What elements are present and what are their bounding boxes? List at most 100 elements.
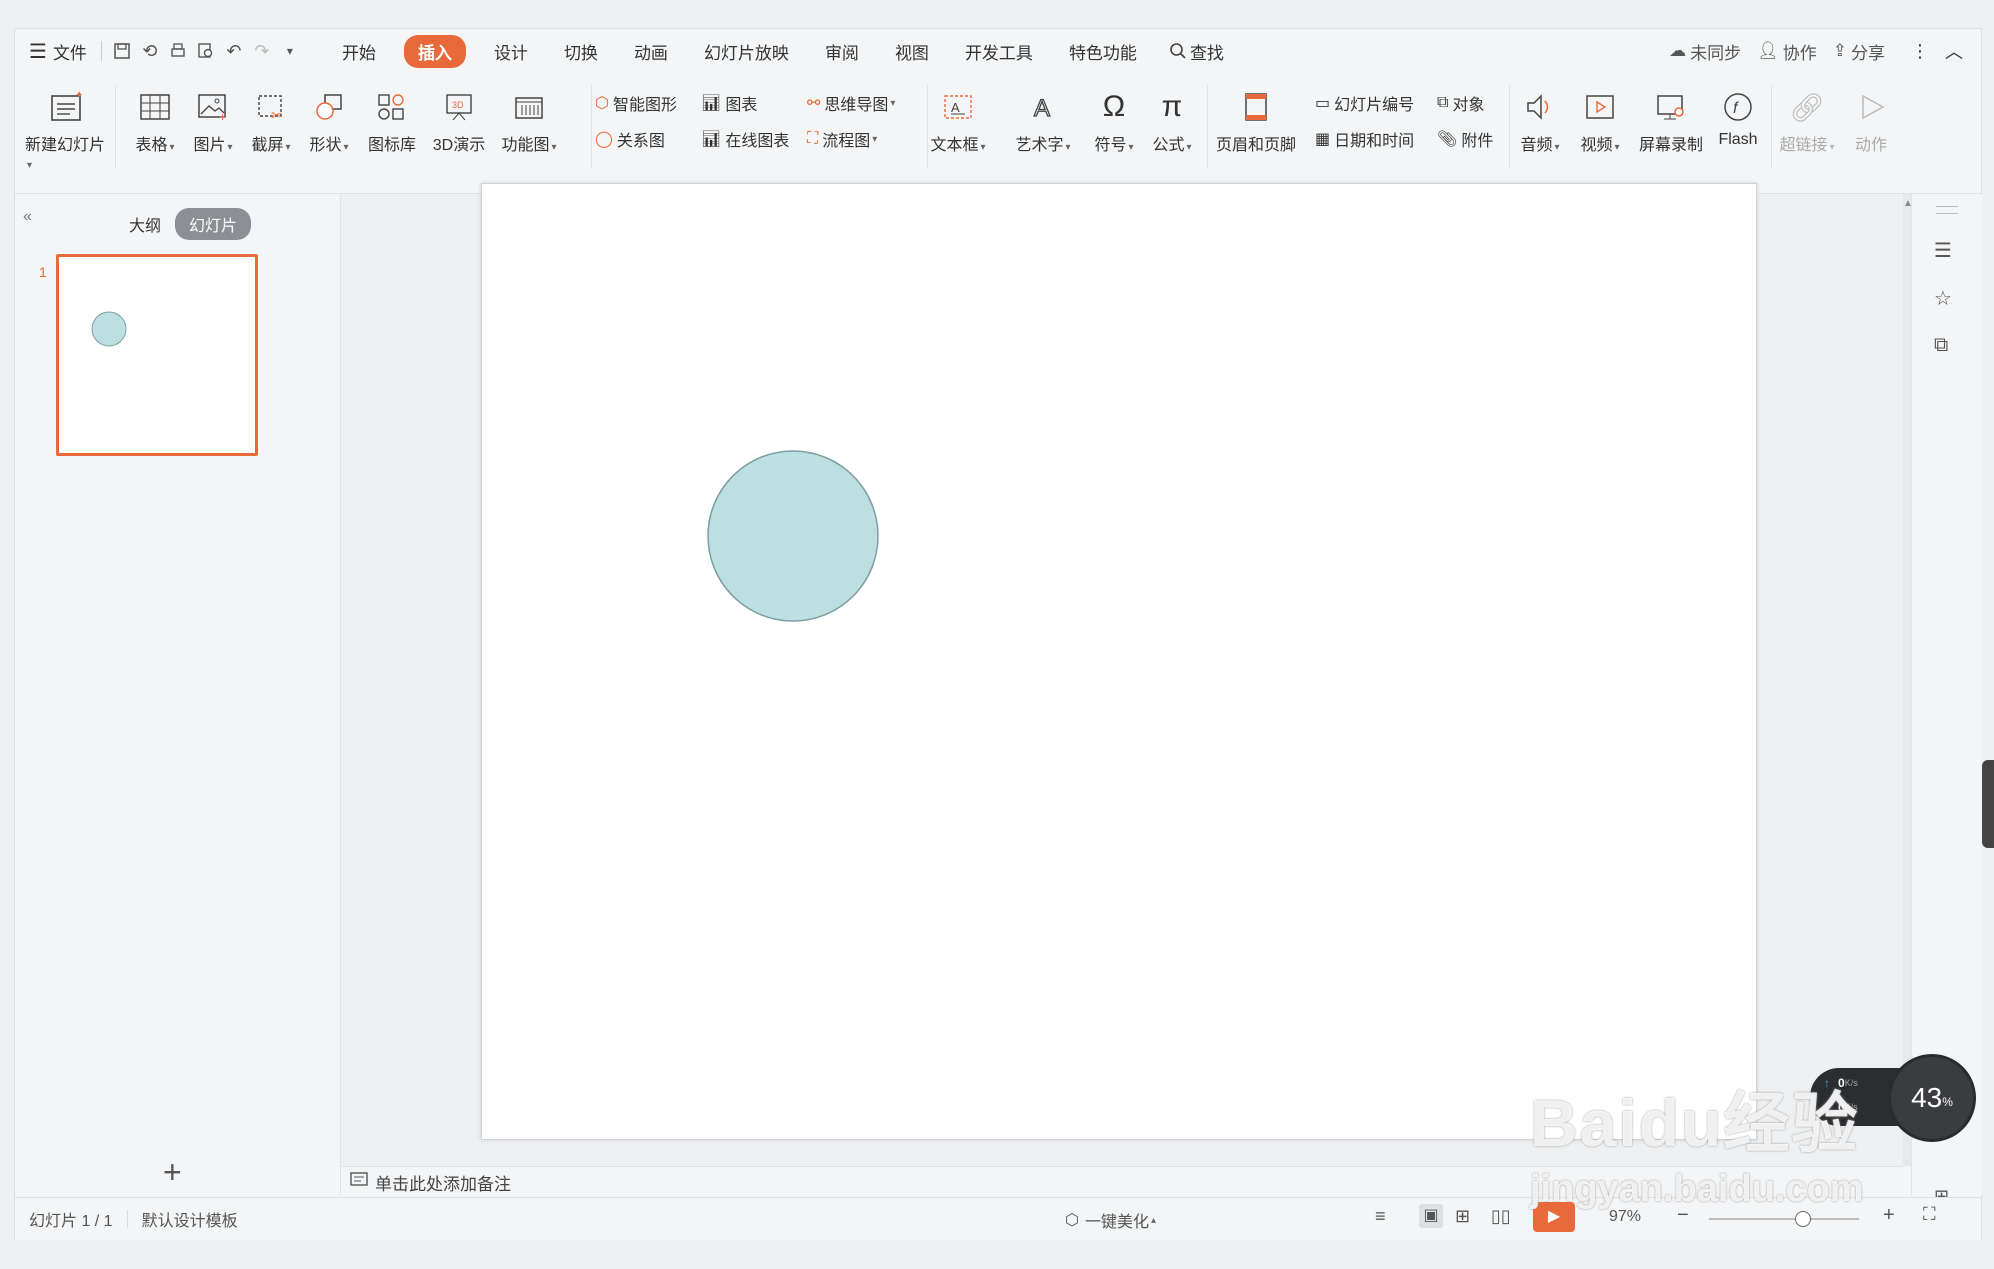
video-icon [1584,83,1616,131]
template-name[interactable]: 默认设计模板 [142,1207,238,1231]
screenshot-button[interactable]: ✂ 截屏 ▾ [249,83,293,155]
redo-icon[interactable]: ↷ [248,29,276,73]
slide-number-label: 幻灯片编号 [1334,97,1415,114]
mind-map-button[interactable]: ⚯ 思维导图 ▾ [807,91,895,115]
zoom-slider-thumb[interactable] [1795,1211,1811,1227]
side-edge-widget[interactable] [1982,760,1994,848]
table-button[interactable]: 表格 ▾ [133,83,177,155]
sync-status[interactable]: ☁ 未同步 [1661,29,1749,73]
print-icon[interactable] [164,29,192,73]
video-button[interactable]: 视频 ▾ [1573,83,1627,155]
picture-label: 图片 [193,137,226,154]
header-footer-button[interactable]: 页眉和页脚 [1211,83,1301,155]
flowchart-icon: ⛶ [807,130,819,147]
zoom-level[interactable]: 97% [1609,1208,1641,1226]
notes-bar[interactable]: 单击此处添加备注 [341,1166,1903,1197]
online-chart-button[interactable]: 📊︎ 在线图表 [701,127,789,151]
wordart-button[interactable]: A 艺术字 ▾ [1005,83,1081,155]
audio-button[interactable]: 音频 ▾ [1513,83,1567,155]
zoom-out-icon[interactable]: − [1677,1204,1689,1227]
textbox-button[interactable]: A 文本框 ▾ [923,83,993,155]
3d-demo-button[interactable]: 3D 3D演示 [429,83,489,155]
function-chart-button[interactable]: 功能图 ▾ [497,83,561,155]
normal-view-icon[interactable]: ▣ [1419,1204,1443,1228]
slide-sorter-icon[interactable]: ⊞ [1455,1206,1470,1227]
svg-text:A: A [951,100,960,115]
circle-shape[interactable] [707,450,879,622]
attachment-button[interactable]: 📎︎ 附件 [1437,127,1493,151]
scroll-up-icon[interactable]: ▲ [1903,198,1913,209]
tab-animation[interactable]: 动画 [626,29,676,73]
tab-transition[interactable]: 切换 [556,29,606,73]
settings-sliders-icon[interactable]: ☰ [1934,238,1952,263]
3d-demo-label: 3D演示 [432,137,486,154]
object-button[interactable]: ⧉ 对象 [1437,91,1484,115]
flowchart-label: 流程图 [822,133,871,150]
more-options-icon[interactable]: ⋮ [1903,29,1937,73]
pi-icon: π [1161,90,1183,123]
hyperlink-button[interactable]: 🔗︎ 超链接 ▾ [1775,83,1839,155]
omega-icon: Ω [1102,90,1126,123]
tab-start[interactable]: 开始 [334,29,384,73]
slide-thumbnail[interactable] [56,254,258,456]
collapse-ribbon-icon[interactable]: ︿ [1937,29,1971,73]
picture-button[interactable]: + 图片 ▾ [191,83,235,155]
flowchart-button[interactable]: ⛶ 流程图 ▾ [807,127,877,151]
flash-button[interactable]: f Flash [1713,83,1763,149]
add-slide-button[interactable]: + [163,1154,182,1191]
shape-button[interactable]: 形状 ▾ [307,83,351,155]
share-button[interactable]: ⇪ 分享 [1825,29,1893,73]
tab-design[interactable]: 设计 [486,29,536,73]
vertical-scrollbar[interactable]: ▲ [1903,194,1913,1166]
ribbon-insert: ✦ 新建幻灯片▾ 表格 ▾ + 图片 ▾ ✂ 截屏 ▾ 形状 ▾ 图标库 3D 3D演示 [15,73,1981,194]
tab-features[interactable]: 特色功能 [1061,29,1145,73]
screen-record-button[interactable]: 屏幕录制 [1635,83,1707,155]
tab-slideshow[interactable]: 幻灯片放映 [696,29,797,73]
slide-thumb-number: 1 [39,264,47,280]
new-slide-button[interactable]: ✦ 新建幻灯片▾ [25,83,107,173]
relation-chart-button[interactable]: ◯ 关系图 [595,127,665,151]
smart-shape-button[interactable]: ⬡ 智能图形 [595,91,677,115]
collab-label: 协作 [1782,43,1817,63]
download-arrow-icon: ↓ [1824,1100,1830,1114]
zoom-slider[interactable] [1709,1211,1859,1227]
formula-button[interactable]: π 公式 ▾ [1147,83,1197,155]
memory-gauge[interactable]: 43% [1888,1054,1976,1142]
collapse-panel-icon[interactable]: « [23,208,32,226]
icon-library-button[interactable]: 图标库 [365,83,419,155]
convert-icon[interactable]: ⧉ [1934,334,1948,357]
format-painter-icon[interactable]: ⟲ [136,29,164,73]
action-button[interactable]: 动作 [1849,83,1893,155]
slide-number-icon: ▭ [1315,95,1331,112]
print-preview-icon[interactable] [192,29,220,73]
search-box[interactable]: 查找 [1161,29,1232,73]
datetime-button[interactable]: ▦ 日期和时间 [1315,127,1414,151]
tab-outline[interactable]: 大纲 [115,208,175,240]
star-icon[interactable]: ☆ [1934,286,1952,311]
play-slideshow-button[interactable]: ▶ [1533,1202,1575,1232]
tab-view[interactable]: 视图 [887,29,937,73]
drag-handle-icon[interactable] [1936,206,1958,214]
tab-review[interactable]: 审阅 [817,29,867,73]
undo-icon[interactable]: ↶ [220,29,248,73]
slide-number-button[interactable]: ▭ 幻灯片编号 [1315,91,1414,115]
reading-view-icon[interactable]: ▯▯ [1491,1206,1511,1227]
tab-slides[interactable]: 幻灯片 [175,208,252,240]
user-icon: 👤︎ [1757,41,1779,60]
notes-toggle-icon[interactable]: ≡ [1375,1206,1386,1227]
save-icon[interactable] [108,29,136,73]
collab-button[interactable]: 👤︎ 协作 [1749,29,1825,73]
screenshot-label: 截屏 [251,137,284,154]
zoom-in-icon[interactable]: + [1883,1204,1895,1227]
tab-insert[interactable]: 插入 [403,34,466,68]
symbol-button[interactable]: Ω 符号 ▾ [1089,83,1139,155]
customize-quick-access-icon[interactable]: ▾ [276,29,304,73]
datetime-label: 日期和时间 [1334,133,1415,150]
slide-canvas[interactable] [481,183,1757,1140]
fit-window-icon[interactable]: ⛶ [1923,1204,1936,1225]
chart-button[interactable]: 📊︎ 图表 [701,91,757,115]
beautify-button[interactable]: ⬡ 一键美化 ▴ [1065,1208,1156,1232]
chart-label: 图表 [725,97,758,114]
tab-developer[interactable]: 开发工具 [957,29,1041,73]
file-menu[interactable]: ☰ 文件 [15,29,95,73]
